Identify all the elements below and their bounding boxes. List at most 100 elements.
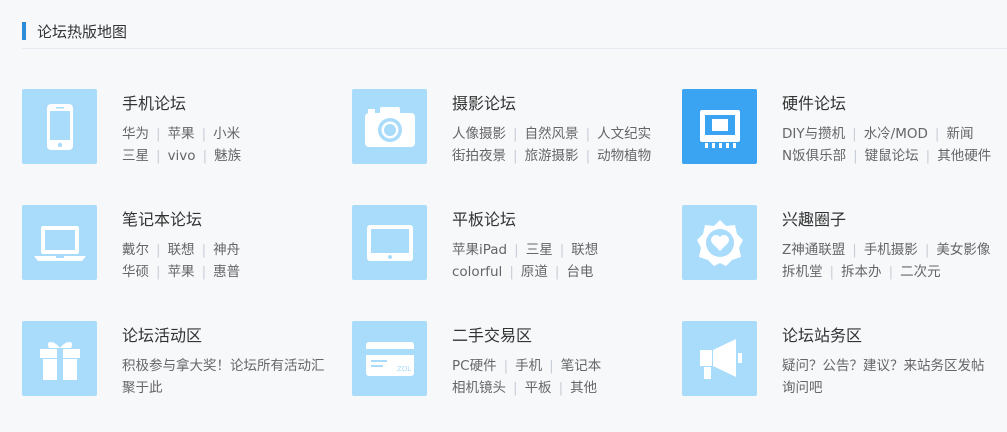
camera-icon-tile[interactable] xyxy=(352,89,427,164)
card-icon-tile[interactable]: ZOL xyxy=(352,321,427,396)
forum-name[interactable]: 摄影论坛 xyxy=(452,90,516,114)
megaphone-icon-tile[interactable] xyxy=(682,321,757,396)
forum-card[interactable]: 兴趣圈子 Z神通联盟 | 手机摄影 | 美女影像拆机堂 | 拆本办 | 二次元 xyxy=(682,205,1007,285)
link-row: 华硕 | 苹果 | 惠普 xyxy=(122,261,354,283)
sub-forum-link[interactable]: vivo xyxy=(168,148,196,164)
sub-forum-link[interactable]: 手机摄影 xyxy=(864,242,918,258)
sub-forum-link[interactable]: 其他 xyxy=(570,380,597,396)
link-separator: | xyxy=(585,148,591,164)
link-separator: | xyxy=(202,148,208,164)
heart-badge-icon-tile[interactable] xyxy=(682,205,757,280)
forum-name[interactable]: 平板论坛 xyxy=(452,206,516,230)
link-separator: | xyxy=(934,126,940,142)
sub-forum-link[interactable]: 联想 xyxy=(168,242,195,258)
sub-forum-link[interactable]: 街拍夜景 xyxy=(452,148,506,164)
forum-card[interactable]: 硬件论坛 DIY与攒机 | 水冷/MOD | 新闻 N饭俱乐部 | 键鼠论坛 | 其他硬件 xyxy=(682,89,1007,169)
link-row: DIY与攒机 | 水冷/MOD | 新闻 xyxy=(782,123,1007,145)
link-separator: | xyxy=(156,242,161,258)
sub-forum-link[interactable]: 苹果iPad xyxy=(452,242,507,258)
sub-forum-link[interactable]: 苹果 xyxy=(168,126,195,142)
sub-forum-link[interactable]: DIY与攒机 xyxy=(782,126,845,142)
link-row: PC硬件 | 手机 | 笔记本 xyxy=(452,355,684,377)
link-separator: | xyxy=(558,380,564,396)
chip-icon xyxy=(697,105,743,149)
sub-forum-link[interactable]: 拆本办 xyxy=(841,264,882,280)
forum-name[interactable]: 兴趣圈子 xyxy=(782,206,846,230)
forum-card[interactable]: 平板论坛 苹果iPad | 三星 | 联想 colorful | 原道 | 台电 xyxy=(352,205,682,285)
tablet-icon xyxy=(365,223,415,263)
sub-forum-link[interactable]: 其他硬件 xyxy=(937,148,991,164)
sub-forum-link[interactable]: 平板 xyxy=(525,380,552,396)
forum-links: PC硬件 | 手机 | 笔记本 相机镜头 | 平板 | 其他 xyxy=(452,355,684,399)
forum-name[interactable]: 二手交易区 xyxy=(452,322,532,346)
sub-forum-link[interactable]: 神舟 xyxy=(213,242,240,258)
forum-name[interactable]: 笔记本论坛 xyxy=(122,206,202,230)
link-separator: | xyxy=(201,264,207,280)
forum-card[interactable]: 论坛活动区 积极参与拿大奖！论坛所有活动汇聚于此 xyxy=(22,321,352,401)
sub-forum-link[interactable]: 戴尔 xyxy=(122,242,149,258)
forum-name[interactable]: 论坛站务区 xyxy=(782,322,862,346)
phone-icon xyxy=(40,102,80,152)
gift-icon-tile[interactable] xyxy=(22,321,97,396)
forum-name[interactable]: 手机论坛 xyxy=(122,90,186,114)
sub-forum-link[interactable]: 手机 xyxy=(515,358,542,374)
link-row: N饭俱乐部 | 键鼠论坛 | 其他硬件 xyxy=(782,145,1007,167)
sub-forum-link[interactable]: 相机镜头 xyxy=(452,380,506,396)
link-separator: | xyxy=(924,242,930,258)
sub-forum-link[interactable]: 华硕 xyxy=(122,264,149,280)
sub-forum-link[interactable]: 魅族 xyxy=(214,148,241,164)
sub-forum-link[interactable]: 键鼠论坛 xyxy=(865,148,919,164)
forum-name[interactable]: 硬件论坛 xyxy=(782,90,846,114)
sub-forum-link[interactable]: colorful xyxy=(452,264,502,280)
link-row: Z神通联盟 | 手机摄影 | 美女影像 xyxy=(782,239,1007,261)
sub-forum-link[interactable]: Z神通联盟 xyxy=(782,242,845,258)
link-separator: | xyxy=(513,148,518,164)
sub-forum-link[interactable]: 人文纪实 xyxy=(597,126,651,142)
forum-links: Z神通联盟 | 手机摄影 | 美女影像拆机堂 | 拆本办 | 二次元 xyxy=(782,239,1007,283)
forum-card[interactable]: 论坛站务区 疑问？公告？建议？来站务区发帖询问吧 xyxy=(682,321,1007,401)
link-separator: | xyxy=(503,358,509,374)
sub-forum-link[interactable]: 苹果 xyxy=(168,264,195,280)
phone-icon-tile[interactable] xyxy=(22,89,97,164)
forum-name[interactable]: 论坛活动区 xyxy=(122,322,202,346)
link-row: 人像摄影 | 自然风景 | 人文纪实 xyxy=(452,123,684,145)
sub-forum-link[interactable]: 美女影像 xyxy=(936,242,990,258)
laptop-icon-tile[interactable] xyxy=(22,205,97,280)
link-separator: | xyxy=(156,148,161,164)
sub-forum-link[interactable]: 水冷/MOD xyxy=(864,126,928,142)
sub-forum-link[interactable]: 自然风景 xyxy=(525,126,579,142)
sub-forum-link[interactable]: N饭俱乐部 xyxy=(782,148,846,164)
sub-forum-link[interactable]: PC硬件 xyxy=(452,358,497,374)
forum-description: 积极参与拿大奖！论坛所有活动汇聚于此 xyxy=(122,358,325,396)
link-separator: | xyxy=(853,148,858,164)
sub-forum-link[interactable]: 惠普 xyxy=(213,264,240,280)
sub-forum-link[interactable]: 三星 xyxy=(122,148,149,164)
chip-icon-tile[interactable] xyxy=(682,89,757,164)
link-row: 华为 | 苹果 | 小米 xyxy=(122,123,354,145)
sub-forum-link[interactable]: 台电 xyxy=(566,264,593,280)
link-separator: | xyxy=(925,148,931,164)
sub-forum-link[interactable]: 新闻 xyxy=(946,126,973,142)
forum-card[interactable]: 摄影论坛 人像摄影 | 自然风景 | 人文纪实 街拍夜景 | 旅游摄影 | 动物植物 xyxy=(352,89,682,169)
sub-forum-link[interactable]: 笔记本 xyxy=(561,358,602,374)
link-separator: | xyxy=(585,126,591,142)
sub-forum-link[interactable]: 三星 xyxy=(526,242,553,258)
sub-forum-link[interactable]: 小米 xyxy=(213,126,240,142)
sub-forum-link[interactable]: 人像摄影 xyxy=(452,126,506,142)
sub-forum-link[interactable]: 二次元 xyxy=(900,264,941,280)
sub-forum-link[interactable]: 拆机堂 xyxy=(782,264,823,280)
forum-links: DIY与攒机 | 水冷/MOD | 新闻 N饭俱乐部 | 键鼠论坛 | 其他硬件 xyxy=(782,123,1007,167)
laptop-icon xyxy=(32,223,88,263)
link-separator: | xyxy=(829,264,835,280)
sub-forum-link[interactable]: 联想 xyxy=(571,242,598,258)
forum-card[interactable]: ZOL 二手交易区 PC硬件 | 手机 | 笔记本 相机镜头 | 平板 | 其他 xyxy=(352,321,682,401)
megaphone-icon xyxy=(696,336,744,382)
tablet-icon-tile[interactable] xyxy=(352,205,427,280)
sub-forum-link[interactable]: 动物植物 xyxy=(597,148,651,164)
sub-forum-link[interactable]: 华为 xyxy=(122,126,149,142)
sub-forum-link[interactable]: 原道 xyxy=(521,264,548,280)
forum-card[interactable]: 笔记本论坛 戴尔 | 联想 | 神舟 华硕 | 苹果 | 惠普 xyxy=(22,205,352,285)
sub-forum-link[interactable]: 旅游摄影 xyxy=(525,148,579,164)
forum-card[interactable]: 手机论坛 华为 | 苹果 | 小米三星 | vivo | 魅族 xyxy=(22,89,352,169)
link-separator: | xyxy=(852,242,857,258)
